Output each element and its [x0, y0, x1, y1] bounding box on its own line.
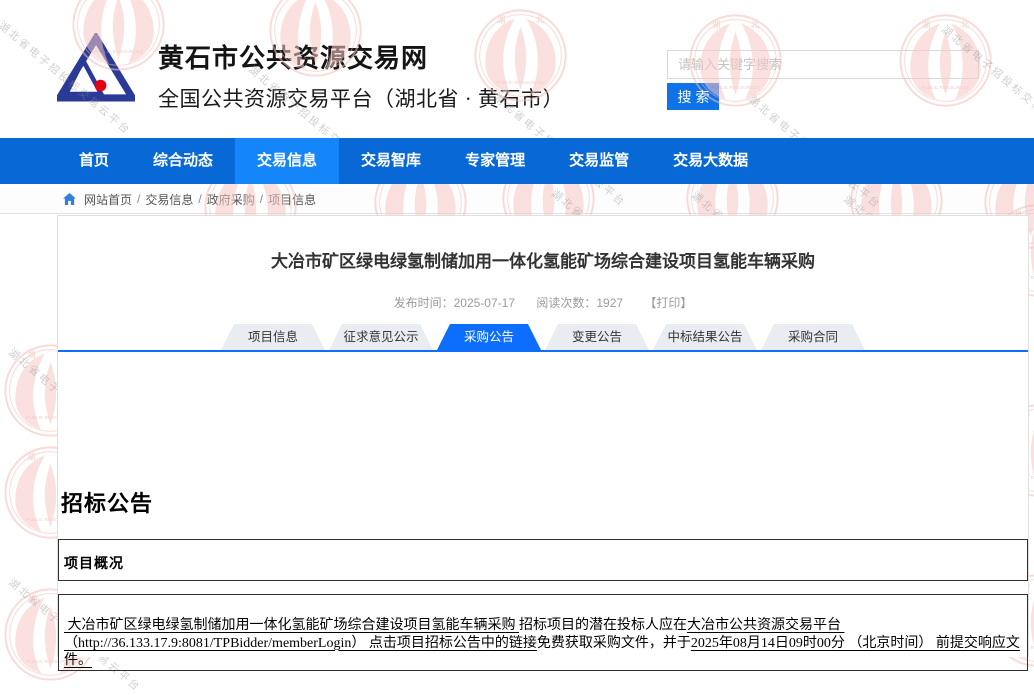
main-nav: 首页 综合动态 交易信息 交易智库 专家管理 交易监管 交易大数据: [0, 138, 1034, 184]
nav-item-trade-info[interactable]: 交易信息: [235, 138, 339, 184]
breadcrumb: 网站首页 / 交易信息 / 政府采购 / 项目信息: [0, 185, 1034, 214]
nav-item-experts[interactable]: 专家管理: [443, 138, 547, 184]
breadcrumb-separator: /: [137, 192, 140, 206]
breadcrumb-item-trade[interactable]: 交易信息: [145, 191, 193, 208]
tab-change-notice[interactable]: 变更公告: [545, 324, 649, 350]
search-button[interactable]: 搜索: [667, 83, 719, 110]
publish-time-value: 2025-07-17: [454, 296, 515, 310]
article-meta: 发布时间：2025-07-17 阅读次数：1927 【打印】: [58, 294, 1028, 311]
breadcrumb-separator: /: [260, 192, 263, 206]
article-title: 大冶市矿区绿电绿氢制储加用一体化氢能矿场综合建设项目氢能车辆采购: [58, 247, 1028, 272]
site-logo-icon: [57, 33, 135, 103]
tab-procurement-notice[interactable]: 采购公告: [437, 324, 541, 350]
breadcrumb-item-gov-procurement[interactable]: 政府采购: [207, 191, 255, 208]
breadcrumb-item-home[interactable]: 网站首页: [84, 191, 132, 208]
site-title: 黄石市公共资源交易网: [158, 38, 428, 75]
nav-item-bigdata[interactable]: 交易大数据: [651, 138, 770, 184]
view-count: 阅读次数：1927: [536, 296, 623, 310]
search-input[interactable]: [667, 50, 979, 79]
nav-item-news[interactable]: 综合动态: [131, 138, 235, 184]
publish-time-label: 发布时间：: [394, 296, 454, 310]
print-button[interactable]: 【打印】: [644, 296, 692, 310]
article-tabs: 项目信息 征求意见公示 采购公告 变更公告 中标结果公告 采购合同: [58, 324, 1028, 350]
tab-project-info[interactable]: 项目信息: [221, 324, 325, 350]
tab-award-notice[interactable]: 中标结果公告: [653, 324, 757, 350]
nav-item-supervision[interactable]: 交易监管: [547, 138, 651, 184]
page-root: { "header": { "site_title": "黄石市公共资源交易网"…: [0, 0, 1034, 656]
nav-item-home[interactable]: 首页: [57, 138, 131, 184]
nav-item-thinktank[interactable]: 交易智库: [339, 138, 443, 184]
site-subtitle: 全国公共资源交易平台（湖北省 · 黄石市）: [158, 83, 564, 113]
content-card: 大冶市矿区绿电绿氢制储加用一体化氢能矿场综合建设项目氢能车辆采购 发布时间：20…: [57, 215, 1029, 657]
breadcrumb-item-project-info[interactable]: 项目信息: [268, 191, 316, 208]
tab-underline: [58, 350, 1028, 352]
home-icon: [63, 193, 76, 205]
view-count-value: 1927: [596, 296, 623, 310]
site-header: 黄石市公共资源交易网 全国公共资源交易平台（湖北省 · 黄石市） 搜索: [0, 0, 1034, 138]
body-segment: 免费获取采购文件，并于: [537, 636, 691, 651]
tab-comment-notice[interactable]: 征求意见公示: [329, 324, 433, 350]
overview-label: 项目概况: [64, 553, 124, 573]
breadcrumb-separator: /: [198, 192, 201, 206]
body-segment: 招标项目的潜在投标人应在: [519, 618, 687, 633]
notice-heading: 招标公告: [61, 486, 1028, 518]
body-segment: 大冶市矿区绿电绿氢制储加用一体化氢能矿场综合建设项目氢能车辆采购: [64, 618, 519, 633]
tab-contract[interactable]: 采购合同: [761, 324, 865, 350]
view-count-label: 阅读次数：: [536, 296, 596, 310]
notice-body: 大冶市矿区绿电绿氢制储加用一体化氢能矿场综合建设项目氢能车辆采购 招标项目的潜在…: [58, 594, 1028, 671]
overview-box: 项目概况: [58, 539, 1028, 581]
publish-time: 发布时间：2025-07-17: [394, 296, 515, 310]
